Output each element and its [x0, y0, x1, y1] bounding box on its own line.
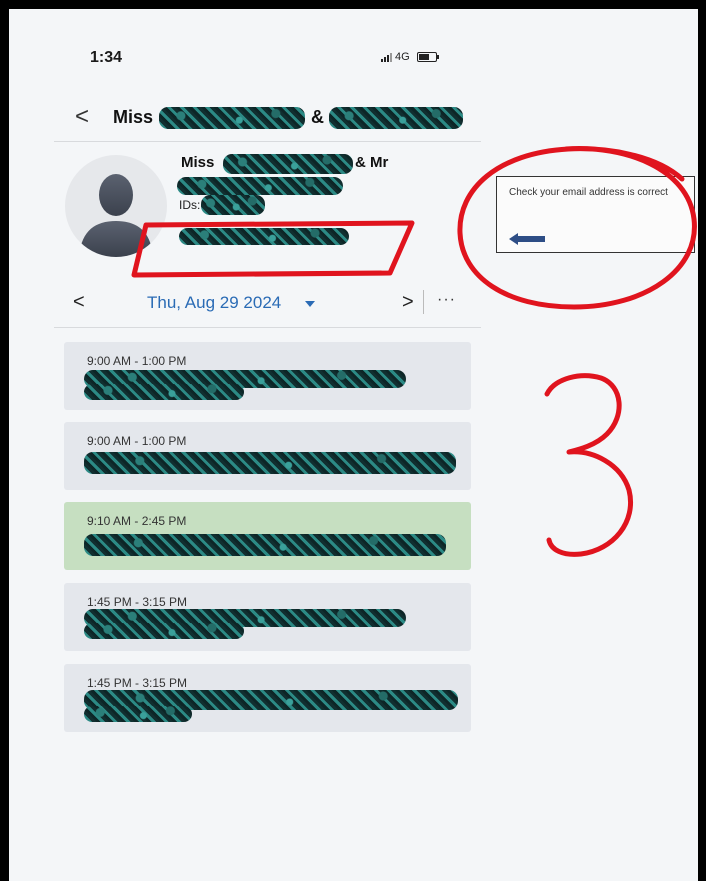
date-bar-divider [54, 327, 481, 328]
page-title: Miss [113, 107, 153, 128]
profile-name-prefix: Miss [181, 154, 215, 171]
header-divider [54, 141, 481, 142]
redacted-ids-value [201, 195, 265, 215]
redacted-title-name-1 [159, 107, 305, 129]
screenshot-frame: 1:34 4G < Miss & Miss & Mr IDs: < Thu, A… [9, 9, 698, 881]
title-ampersand: & [311, 107, 324, 127]
schedule-card[interactable]: 9:00 AM - 1:00 PM [64, 422, 471, 490]
redacted-schedule-detail [84, 452, 456, 474]
redacted-schedule-detail [84, 623, 244, 639]
schedule-card[interactable]: 1:45 PM - 3:15 PM [64, 664, 471, 732]
schedule-time: 1:45 PM - 3:15 PM [87, 676, 188, 690]
redacted-title-name-2 [329, 107, 463, 129]
date-selector[interactable]: Thu, Aug 29 2024 [147, 293, 281, 313]
highlight-rectangle-annotation [131, 220, 415, 278]
back-button[interactable]: < [75, 105, 89, 129]
schedule-card[interactable]: 1:45 PM - 3:15 PM [64, 583, 471, 651]
schedule-time: 9:10 AM - 2:45 PM [87, 514, 187, 528]
ids-label: IDs: [179, 198, 201, 212]
step-number-3-annotation [544, 373, 633, 557]
next-day-button[interactable]: > [402, 291, 414, 314]
schedule-card-highlighted[interactable]: 9:10 AM - 2:45 PM [64, 502, 471, 570]
redacted-schedule-detail [84, 384, 244, 400]
redacted-profile-line [177, 177, 343, 195]
redacted-schedule-detail [84, 706, 192, 722]
date-bar-separator [423, 290, 424, 314]
schedule-card[interactable]: 9:00 AM - 1:00 PM [64, 342, 471, 410]
previous-day-button[interactable]: < [73, 291, 85, 314]
status-indicators: 4G [381, 51, 439, 63]
schedule-time: 9:00 AM - 1:00 PM [87, 434, 187, 448]
chevron-down-icon[interactable] [305, 301, 315, 307]
title-prefix: Miss [113, 107, 154, 127]
network-type: 4G [395, 51, 410, 63]
profile-name-suffix: & Mr [355, 154, 389, 171]
schedule-time: 1:45 PM - 3:15 PM [87, 595, 188, 609]
redacted-profile-name [223, 154, 353, 174]
redacted-schedule-detail [84, 534, 446, 556]
battery-icon [416, 52, 439, 62]
more-options-button[interactable]: ··· [437, 291, 456, 309]
schedule-time: 9:00 AM - 1:00 PM [87, 354, 187, 368]
status-time: 1:34 [90, 49, 123, 66]
highlight-ellipse-annotation [457, 146, 697, 310]
signal-icon [381, 52, 392, 62]
